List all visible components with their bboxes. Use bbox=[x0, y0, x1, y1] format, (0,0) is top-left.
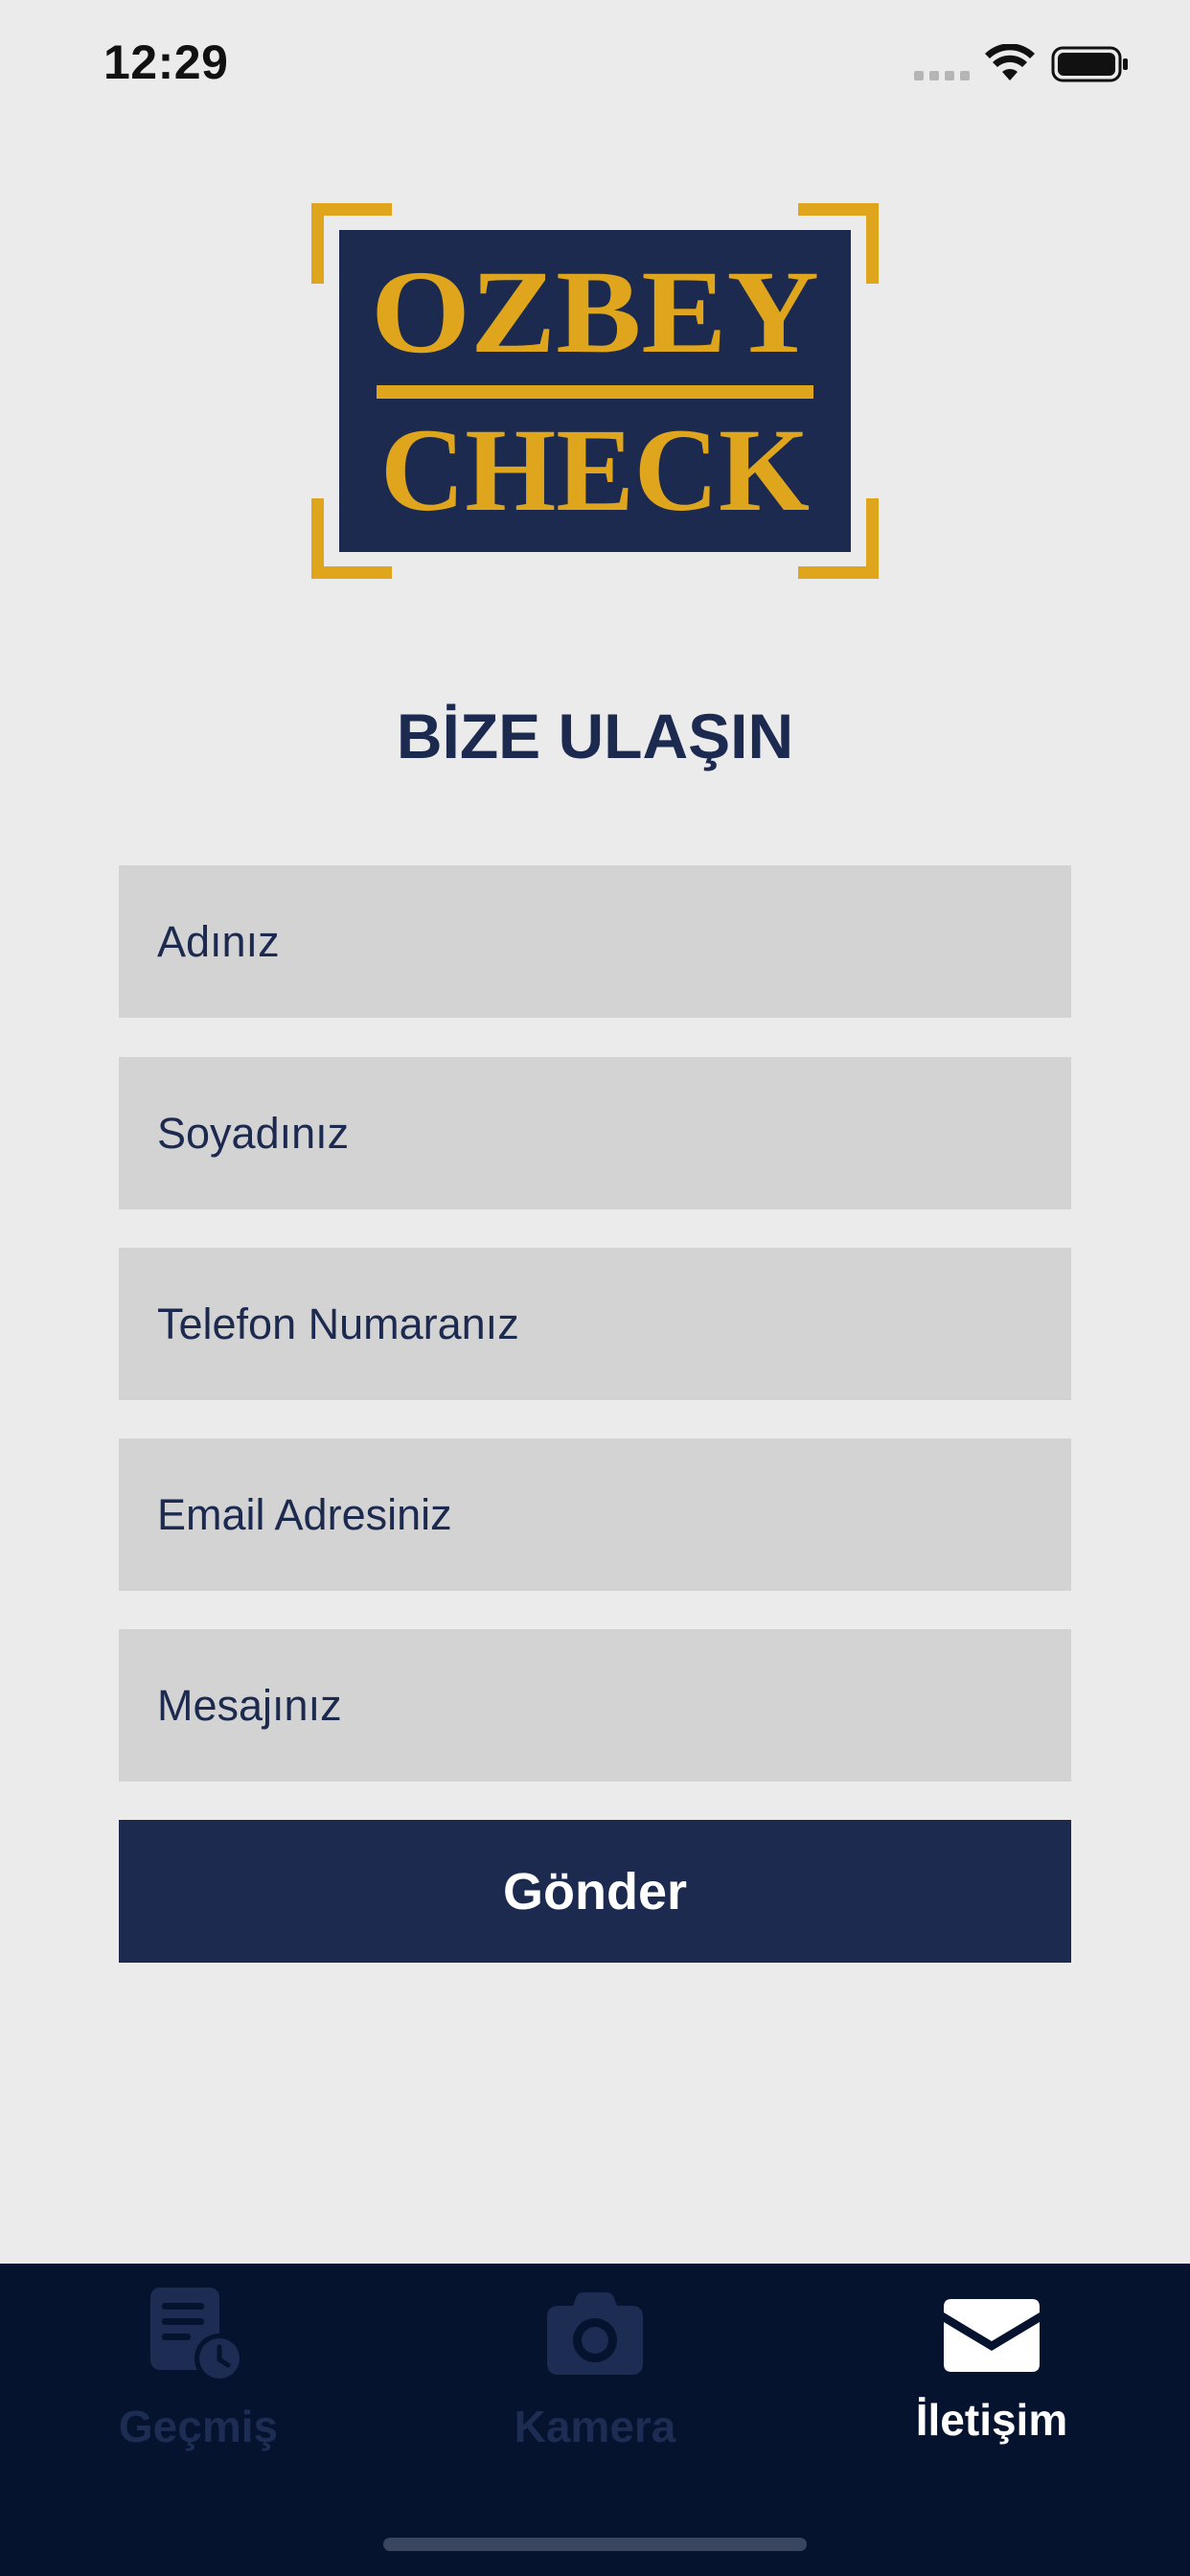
battery-icon bbox=[1051, 46, 1128, 82]
tab-contact[interactable]: İletişim bbox=[793, 2264, 1190, 2513]
logo-line-1: OZBEY bbox=[371, 246, 819, 378]
camera-icon bbox=[547, 2292, 643, 2375]
wifi-icon bbox=[985, 44, 1035, 80]
tab-history[interactable]: Geçmiş bbox=[0, 2264, 397, 2513]
ozbey-check-logo: OZBEY CHECK bbox=[311, 203, 879, 579]
cellular-signal-icon bbox=[914, 71, 970, 80]
phone-input[interactable] bbox=[119, 1248, 1071, 1400]
status-bar: 12:29 bbox=[0, 0, 1190, 134]
tab-bar: Geçmiş Kamera İletişim bbox=[0, 2264, 1190, 2576]
first-name-input[interactable] bbox=[119, 865, 1071, 1018]
tab-contact-label: İletişim bbox=[915, 2395, 1068, 2445]
email-input[interactable] bbox=[119, 1438, 1071, 1591]
history-document-icon bbox=[150, 2288, 244, 2383]
home-indicator[interactable] bbox=[383, 2538, 807, 2551]
tab-history-label: Geçmiş bbox=[118, 2402, 279, 2451]
tab-camera-label: Kamera bbox=[514, 2402, 676, 2451]
tab-camera[interactable]: Kamera bbox=[397, 2264, 793, 2513]
submit-button[interactable]: Gönder bbox=[119, 1820, 1071, 1963]
page-title: BİZE ULAŞIN bbox=[396, 701, 794, 771]
last-name-input[interactable] bbox=[119, 1057, 1071, 1209]
envelope-icon bbox=[944, 2299, 1040, 2372]
logo-line-2: CHECK bbox=[380, 404, 810, 536]
message-input[interactable] bbox=[119, 1629, 1071, 1782]
status-time: 12:29 bbox=[103, 35, 229, 89]
